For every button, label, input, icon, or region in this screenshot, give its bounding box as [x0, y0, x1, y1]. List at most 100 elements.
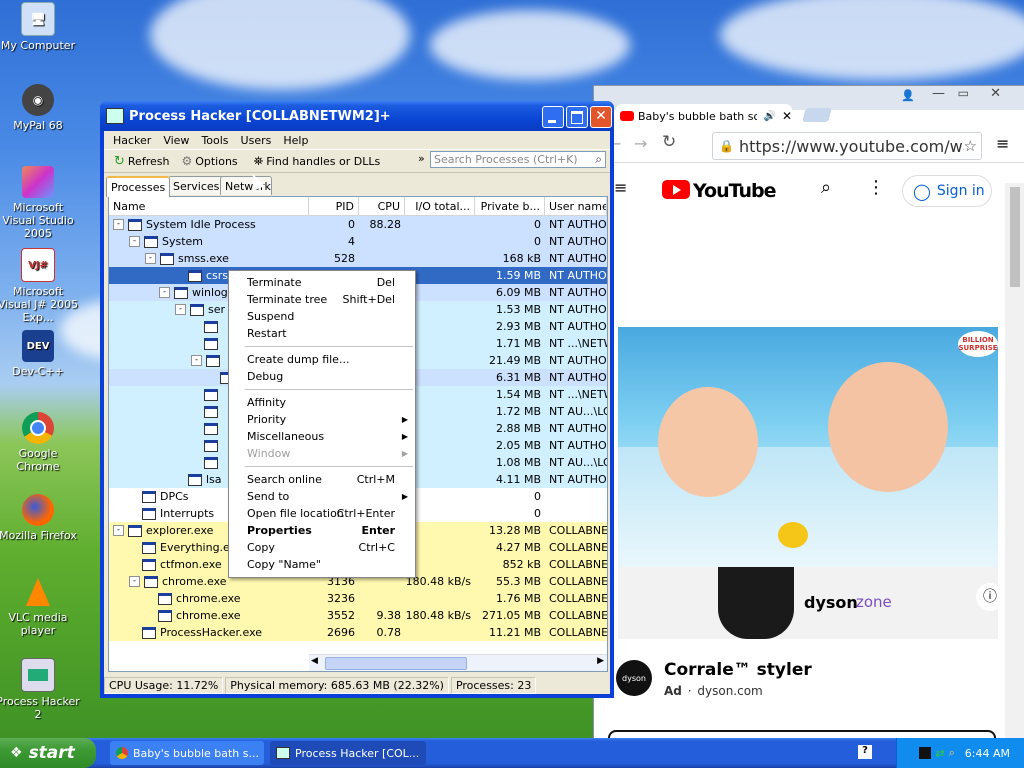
table-row[interactable]: - System Idle Process 0 88.28 0 NT AUTHOR — [109, 216, 607, 233]
expand-toggle-icon[interactable]: - — [129, 576, 140, 587]
menu-item-search-online[interactable]: Search online Ctrl+M — [229, 471, 415, 488]
menu-item-create-dump-file[interactable]: Create dump file... — [229, 351, 415, 368]
visual-jsharp-icon[interactable]: VJ# Microsoft Visual J# 2005 Exp... — [0, 248, 80, 324]
table-row[interactable]: ProcessHacker.exe 2696 0.78 11.21 MB COLLABN… — [109, 624, 607, 641]
menu-item-affinity[interactable]: Affinity — [229, 394, 415, 411]
expand-toggle-icon[interactable]: - — [191, 355, 202, 366]
menu-item-terminate-tree[interactable]: Terminate tree Shift+Del — [229, 291, 415, 308]
process-hacker-shortcut-icon[interactable]: Process Hacker 2 — [0, 658, 80, 721]
close-icon[interactable]: ✕ — [990, 86, 1001, 101]
tab-processes[interactable]: Processes — [106, 176, 171, 197]
tab-services[interactable]: Services — [168, 176, 225, 195]
taskbar-process-hacker[interactable]: Process Hacker [COL... — [270, 741, 426, 765]
menu-item-restart[interactable]: Restart — [229, 325, 415, 342]
devcpp-icon[interactable]: DEV Dev-C++ — [0, 330, 80, 378]
table-row[interactable]: - System 4 0 NT AUTHOR — [109, 233, 607, 250]
info-icon[interactable]: ⓘ — [976, 583, 1004, 611]
search-input[interactable]: Search Processes (Ctrl+K) ⌕ — [430, 151, 606, 168]
profile-icon[interactable]: 👤 — [901, 89, 915, 102]
ad-cta-button[interactable] — [608, 730, 996, 738]
maximize-button[interactable] — [566, 106, 588, 128]
youtube-wordmark[interactable]: YouTube — [693, 180, 776, 202]
menu-item-copy[interactable]: Copy Ctrl+C — [229, 539, 415, 556]
col-private-bytes[interactable]: Private b... — [475, 197, 545, 215]
bookmark-star-icon[interactable]: ☆ — [964, 137, 977, 155]
menu-item-open-file-location[interactable]: Open file location Ctrl+Enter — [229, 505, 415, 522]
scroll-right-icon[interactable]: ▶ — [597, 656, 604, 666]
firefox-icon[interactable]: Mozilla Firefox — [0, 494, 80, 542]
youtube-logo-icon[interactable] — [662, 180, 690, 199]
new-tab-button[interactable] — [802, 108, 832, 122]
hamburger-icon[interactable]: ≡ — [614, 178, 627, 197]
ad-avatar[interactable]: dyson — [616, 660, 652, 696]
menu-item-debug[interactable]: Debug — [229, 368, 415, 385]
search-icon[interactable]: ⌕ — [821, 177, 831, 198]
menu-view[interactable]: View — [157, 134, 195, 147]
menu-tools[interactable]: Tools — [195, 134, 234, 147]
menu-item-window[interactable]: Window ▶ — [229, 445, 415, 462]
expand-toggle-icon[interactable]: - — [175, 304, 186, 315]
expand-toggle-icon[interactable]: - — [145, 253, 156, 264]
forward-icon[interactable]: → — [634, 134, 647, 153]
chrome-window[interactable]: 👤 — ▭ ✕ Baby's bubble bath song 🔊 ✕ ← → … — [593, 85, 1024, 738]
horizontal-scrollbar[interactable]: ◀ ▶ — [309, 654, 607, 671]
mypal-icon[interactable]: ◉ MyPal 68 — [0, 84, 80, 132]
expand-toggle-icon[interactable]: - — [113, 525, 124, 536]
my-computer-icon[interactable]: 🖥 My Computer — [0, 2, 80, 52]
tab-close-icon[interactable]: ✕ — [782, 109, 792, 123]
window-titlebar[interactable]: Process Hacker [COLLABNETWM2]+ ✕ — [100, 101, 614, 131]
video-player[interactable]: BILLION SURPRISE — [618, 327, 998, 567]
menu-icon[interactable]: ≡ — [996, 134, 1009, 153]
expand-toggle-icon[interactable]: - — [159, 287, 170, 298]
col-cpu[interactable]: CPU — [359, 197, 405, 215]
browser-scrollbar[interactable] — [1005, 183, 1024, 738]
more-icon[interactable]: ⋮ — [867, 177, 885, 198]
refresh-button[interactable]: ↻ Refresh — [108, 154, 175, 169]
start-button[interactable]: ❖ start — [0, 738, 96, 768]
tray-network-icon[interactable]: ⇄ — [935, 747, 944, 760]
expand-toggle-icon[interactable]: - — [129, 236, 140, 247]
menu-help[interactable]: Help — [277, 134, 314, 147]
minimize-button[interactable] — [542, 106, 564, 128]
options-button[interactable]: ⚙ Options — [175, 154, 243, 168]
table-row[interactable]: - smss.exe 528 168 kB NT AUTHOR — [109, 250, 607, 267]
col-pid[interactable]: PID — [309, 197, 359, 215]
menu-item-copy-name[interactable]: Copy "Name" — [229, 556, 415, 573]
taskbar-chrome[interactable]: Baby's bubble bath s... — [110, 741, 264, 765]
menu-item-properties[interactable]: Properties Enter — [229, 522, 415, 539]
restore-icon[interactable]: ▭ — [958, 86, 969, 100]
ad-banner[interactable]: dyson zone ⓘ — [618, 567, 1004, 639]
tray-search-icon[interactable]: ⌕ — [949, 746, 955, 760]
help-icon[interactable]: ? — [858, 745, 872, 759]
menu-item-priority[interactable]: Priority ▶ — [229, 411, 415, 428]
sign-in-button[interactable]: ◯ Sign in — [902, 175, 992, 207]
find-handles-button[interactable]: ⛯ Find handles or DLLs — [248, 154, 387, 169]
table-row[interactable]: chrome.exe 3236 1.76 MB COLLABNET — [109, 590, 607, 607]
menu-item-send-to[interactable]: Send to ▶ — [229, 488, 415, 505]
clock[interactable]: 6:44 AM — [965, 747, 1010, 760]
google-chrome-icon[interactable]: Google Chrome — [0, 412, 80, 473]
vlc-icon[interactable]: VLC media player — [0, 576, 80, 637]
scroll-thumb[interactable] — [325, 657, 467, 670]
minimize-icon[interactable]: — — [932, 86, 945, 101]
ad-title[interactable]: Corrale™ styler — [664, 660, 812, 680]
reload-icon[interactable]: ↻ — [662, 132, 676, 152]
menu-hacker[interactable]: Hacker — [107, 134, 157, 147]
table-row[interactable]: chrome.exe 3552 9.38 180.48 kB/s 271.05 MB CO… — [109, 607, 607, 624]
scroll-left-icon[interactable]: ◀ — [311, 656, 318, 666]
col-name[interactable]: Name — [109, 197, 309, 215]
menu-users[interactable]: Users — [235, 134, 278, 147]
tray-monitor-icon[interactable] — [919, 747, 932, 759]
scroll-thumb[interactable] — [1010, 187, 1020, 287]
browser-tab-youtube[interactable]: Baby's bubble bath song 🔊 ✕ — [616, 104, 792, 128]
expand-toggle-icon[interactable]: - — [113, 219, 124, 230]
col-user-name[interactable]: User name — [545, 197, 607, 215]
chevron-icon[interactable]: » — [418, 152, 425, 165]
menu-item-suspend[interactable]: Suspend — [229, 308, 415, 325]
visual-studio-icon[interactable]: Microsoft Visual Studio 2005 — [0, 166, 80, 240]
col-io[interactable]: I/O total... — [405, 197, 475, 215]
address-bar[interactable]: 🔒 https://www.youtube.com/watch?v ☆ — [712, 132, 982, 160]
close-button[interactable]: ✕ — [590, 106, 612, 128]
menu-item-terminate[interactable]: Terminate Del — [229, 274, 415, 291]
menu-item-miscellaneous[interactable]: Miscellaneous ▶ — [229, 428, 415, 445]
